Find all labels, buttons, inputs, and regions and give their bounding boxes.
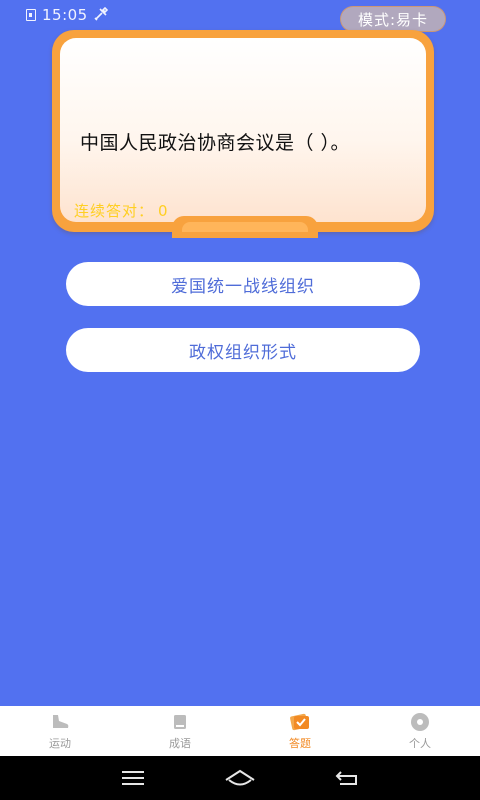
system-nav-bar xyxy=(0,756,480,800)
home-icon[interactable] xyxy=(222,764,258,792)
quiz-icon xyxy=(289,712,311,732)
mode-switch-button[interactable]: 模式:易卡 xyxy=(340,6,446,32)
question-text: 中国人民政治协商会议是（ ）。 xyxy=(80,132,351,154)
question-panel: 中国人民政治协商会议是（ ）。 连续答对： 0 xyxy=(60,38,426,222)
streak-count: 0 xyxy=(158,202,169,220)
nav-label: 答题 xyxy=(289,736,311,750)
nav-label: 运动 xyxy=(49,736,71,750)
nav-label: 个人 xyxy=(409,736,431,750)
answer-option-label: 政权组织形式 xyxy=(189,342,297,363)
status-time: 15:05 xyxy=(42,6,88,24)
nav-item-profile[interactable]: 个人 xyxy=(360,706,480,756)
answer-option-label: 爱国统一战线组织 xyxy=(171,276,315,297)
nav-item-quiz[interactable]: 答题 xyxy=(240,706,360,756)
question-card: 中国人民政治协商会议是（ ）。 连续答对： 0 xyxy=(52,30,434,238)
shoe-icon xyxy=(49,712,71,732)
nav-label: 成语 xyxy=(169,736,191,750)
nav-item-sport[interactable]: 运动 xyxy=(0,706,120,756)
tools-icon xyxy=(94,6,108,24)
person-icon xyxy=(409,712,431,732)
menu-icon[interactable] xyxy=(115,764,151,792)
card-tab-decoration xyxy=(172,216,318,238)
answer-option-b[interactable]: 政权组织形式 xyxy=(66,328,420,372)
back-icon[interactable] xyxy=(329,764,365,792)
nav-item-idiom[interactable]: 成语 xyxy=(120,706,240,756)
mode-label: 模式:易卡 xyxy=(357,10,429,29)
streak-counter: 连续答对： 0 xyxy=(74,200,169,221)
book-icon xyxy=(169,712,191,732)
sim-card-icon xyxy=(26,9,36,21)
answer-option-a[interactable]: 爱国统一战线组织 xyxy=(66,262,420,306)
bottom-nav: 运动 成语 答题 个人 xyxy=(0,706,480,756)
streak-label: 连续答对： xyxy=(74,202,155,220)
